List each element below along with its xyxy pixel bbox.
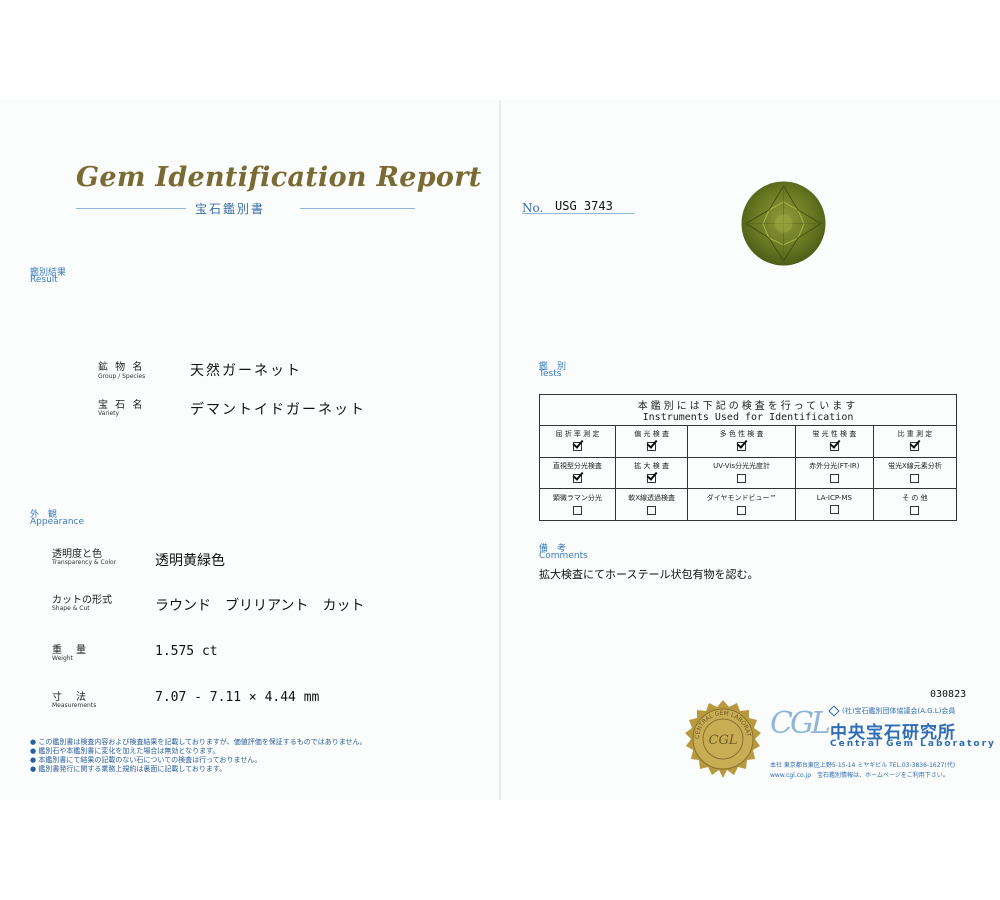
test-cell: 蛍 光 性 検 査 (794, 425, 874, 458)
measure-label-en: Measurements (52, 702, 97, 709)
test-cell: 蛍光X線元素分析 (872, 456, 958, 490)
species-label-jp: 鉱 物 名 (98, 362, 145, 373)
report-title: Gem Identification Report (76, 162, 482, 193)
checkbox-empty-icon (910, 473, 920, 483)
gemstone-photo (741, 181, 826, 266)
color-label-en: Transparency & Color (52, 559, 117, 566)
test-cell: 軟X線透過検査 (614, 488, 689, 521)
weight-label-jp: 重 量 (52, 645, 88, 656)
checkbox-empty-icon (910, 505, 920, 515)
test-cell: 偏 光 検 査 (614, 425, 689, 458)
test-name: 軟X線透過検査 (628, 493, 676, 502)
checkbox-empty-icon (737, 505, 747, 515)
test-cell: 顕微ラマン分光 (539, 488, 616, 521)
test-cell: LA-ICP-MS (794, 488, 874, 521)
test-cell: 比 重 測 定 (872, 425, 958, 458)
comments-text: 拡大検査にてホーステール状包有物を認む。 (539, 568, 759, 581)
measure-value: 7.07 - 7.11 × 4.44 mm (155, 690, 320, 705)
test-name: 顕微ラマン分光 (552, 493, 602, 502)
test-cell: 拡 大 検 査 (614, 456, 689, 490)
test-cell: 多 色 性 検 査 (687, 425, 796, 458)
checkbox-checked-icon (737, 442, 747, 452)
seal-center-text: CGL (709, 733, 738, 748)
tests-table-title-jp: 本鑑別には下記の検査を行っています (637, 401, 859, 412)
weight-label-en: Weight (52, 655, 73, 662)
cut-label-jp: カットの形式 (52, 595, 112, 606)
test-name: 赤外分光(FT-IR) (809, 461, 860, 470)
test-name: 蛍光X線元素分析 (888, 461, 942, 470)
result-heading-en: Result (30, 275, 58, 285)
cgl-logo-mark: CGL (770, 706, 831, 741)
test-name: ダイヤモンドビュー™ (706, 493, 777, 502)
tests-table-header: 本鑑別には下記の検査を行っています Instruments Used for I… (539, 394, 957, 426)
cut-value: ラウンド ブリリアント カット (155, 598, 365, 614)
tests-table: 本鑑別には下記の検査を行っています Instruments Used for I… (539, 394, 958, 521)
checkbox-empty-icon (829, 504, 839, 514)
variety-label-en: Variety (98, 410, 120, 417)
lab-address: 本社 東京都台東区上野5-15-14 ミヤギビル TEL.03-3836-162… (770, 762, 956, 769)
tests-table-title-en: Instruments Used for Identification (642, 412, 854, 423)
cut-label-en: Shape & Cut (52, 605, 90, 612)
tests-heading-en: Tests (539, 369, 562, 379)
comments-heading-en: Comments (539, 551, 588, 561)
checkbox-checked-icon (572, 442, 582, 452)
test-name: そ の 他 (902, 493, 928, 502)
checkbox-checked-icon (829, 442, 839, 452)
gold-seal-icon: CENTRAL GEM LABORATORY CGL (682, 699, 761, 778)
checkbox-checked-icon (647, 442, 657, 452)
checkbox-empty-icon (647, 505, 657, 515)
species-value: 天然ガーネット (190, 363, 302, 379)
measure-label-jp: 寸 法 (52, 692, 88, 703)
variety-label-jp: 宝 石 名 (98, 400, 145, 411)
internal-code: 030823 (930, 689, 967, 700)
lab-name-en: Central Gem Laboratory (830, 739, 996, 749)
lab-web: www.cgl.co.jp 宝石鑑別情報は、ホームページをご利用下さい。 (770, 772, 949, 779)
test-name: UV-Vis分光光度計 (713, 461, 770, 470)
subtitle-rule-left (76, 208, 186, 209)
checkbox-checked-icon (572, 473, 582, 483)
checkbox-empty-icon (737, 473, 747, 483)
test-cell: 直視型分光検査 (539, 456, 616, 490)
test-name: LA-ICP-MS (816, 493, 852, 502)
lab-member-line: (社)宝石鑑別団体協議会(A.G.L)会員 (842, 707, 956, 715)
appearance-heading-en: Appearance (30, 517, 85, 527)
checkbox-checked-icon (647, 473, 657, 483)
test-cell: そ の 他 (872, 488, 958, 521)
report-number-value: USG 3743 (555, 199, 613, 213)
species-label-en: Group / Species (98, 373, 146, 380)
checkbox-empty-icon (829, 473, 839, 483)
page-fold (499, 100, 501, 800)
checkbox-empty-icon (572, 505, 582, 515)
subtitle-rule-right (300, 208, 415, 209)
report-number-rule (522, 213, 634, 214)
color-value: 透明黄緑色 (155, 553, 225, 569)
test-cell: 赤外分光(FT-IR) (794, 456, 874, 490)
weight-value: 1.575 ct (155, 644, 218, 659)
note-4: ● 鑑別書発行に関する業務上規約は裏面に記載しております。 (30, 765, 227, 773)
color-label-jp: 透明度と色 (52, 549, 102, 560)
variety-value: デマントイドガーネット (190, 402, 366, 418)
report-subtitle: 宝石鑑別書 (195, 202, 266, 216)
test-cell: ダイヤモンドビュー™ (687, 488, 796, 521)
test-cell: 屈 折 率 測 定 (539, 425, 616, 458)
test-cell: UV-Vis分光光度計 (687, 456, 796, 490)
checkbox-checked-icon (910, 442, 920, 452)
